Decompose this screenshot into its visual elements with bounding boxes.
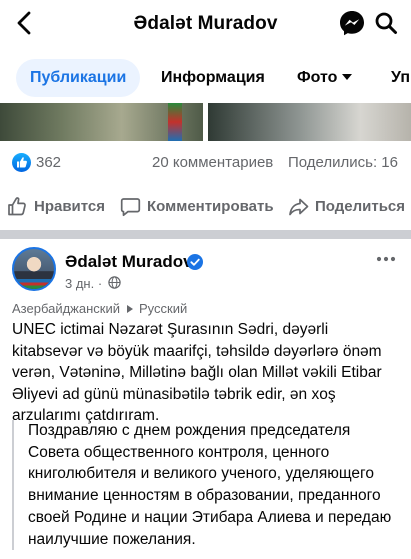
more-options-icon[interactable] (375, 248, 397, 270)
post-time[interactable]: 3 дн. · (65, 276, 102, 291)
post-card: Ədalət Muradov 3 дн. · Азербайджанский Ру… (0, 239, 411, 559)
post-author[interactable]: Ədalət Muradov (65, 252, 193, 272)
source-language: Азербайджанский (12, 301, 120, 316)
translation-languages[interactable]: Азербайджанский Русский (12, 301, 187, 316)
profile-tabs: Публикации Информация Фото Уп (0, 56, 411, 100)
tab-photos-label: Фото (297, 69, 338, 86)
top-bar: Ədalət Muradov (0, 0, 411, 48)
thumbs-up-outline-icon (8, 197, 26, 216)
thumbs-up-icon (17, 157, 27, 168)
share-button[interactable]: Поделиться (288, 188, 406, 224)
flag-badge (14, 279, 54, 289)
tab-photos[interactable]: Фото (297, 59, 353, 97)
post-text: UNEC ictimai Nəzarət Şurasının Sədri, də… (12, 321, 382, 424)
like-button[interactable]: Нравится (7, 188, 107, 224)
post-photo-right[interactable] (208, 103, 411, 141)
like-button-label: Нравится (34, 198, 106, 215)
target-language: Русский (139, 301, 188, 316)
tab-posts[interactable]: Публикации (16, 59, 141, 97)
globe-icon (108, 276, 121, 289)
like-reaction-icon[interactable] (12, 153, 31, 172)
reaction-summary: 362 20 комментариев Поделились: 16 (0, 148, 411, 178)
post-actions: Нравится Комментировать Поделиться (0, 188, 411, 224)
flag-in-photo (168, 103, 182, 141)
search-icon[interactable] (374, 11, 398, 35)
like-count[interactable]: 362 (36, 154, 61, 171)
post-translation: Поздравляю с днем рождения председателя … (12, 420, 402, 551)
comment-button-label: Комментировать (147, 198, 274, 215)
comments-count[interactable]: 20 комментариев (152, 154, 273, 171)
avatar[interactable] (12, 247, 56, 291)
post-photos[interactable] (0, 103, 411, 141)
comment-button[interactable]: Комментировать (120, 188, 275, 224)
arrow-right-icon (127, 305, 133, 313)
feed-divider (0, 230, 411, 239)
verified-badge-icon (187, 254, 203, 270)
messenger-icon[interactable] (338, 9, 366, 37)
shares-count[interactable]: Поделились: 16 (288, 154, 398, 171)
caret-down-icon (342, 73, 353, 80)
share-icon (289, 198, 309, 216)
tab-more[interactable]: Уп (391, 59, 410, 97)
share-button-label: Поделиться (315, 198, 406, 215)
comment-icon (120, 198, 141, 217)
tab-about[interactable]: Информация (161, 59, 265, 97)
